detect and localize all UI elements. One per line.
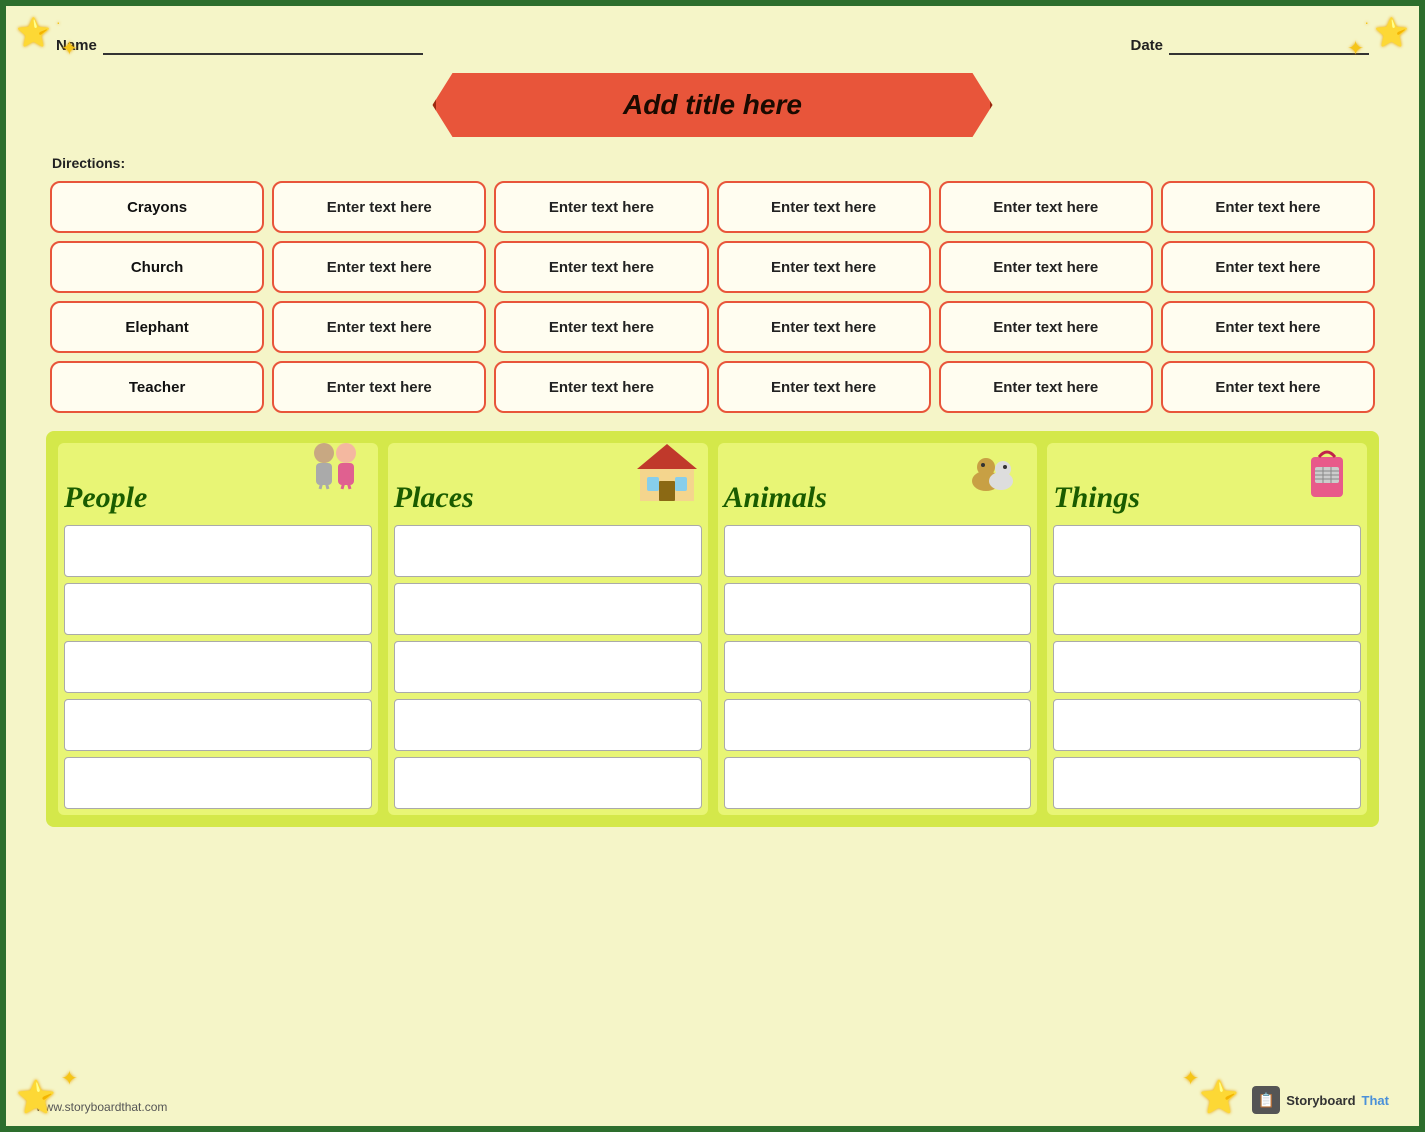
category-input-things-2[interactable] <box>1053 641 1361 693</box>
grid-cell-r2-c2[interactable]: Enter text here <box>494 301 708 353</box>
name-field: Name <box>56 36 423 55</box>
date-label: Date <box>1130 37 1163 54</box>
category-header-animals: Animals <box>724 449 1032 519</box>
category-header-things: Things <box>1053 449 1361 519</box>
category-input-people-1[interactable] <box>64 583 372 635</box>
grid-cell-r1-c5[interactable]: Enter text here <box>1161 241 1375 293</box>
star-decoration-tl3: · <box>56 14 61 30</box>
grid-cell-r3-c4[interactable]: Enter text here <box>939 361 1153 413</box>
category-input-places-4[interactable] <box>394 757 702 809</box>
banner-title: Add title here <box>623 89 802 120</box>
date-line <box>1169 36 1369 55</box>
grid-cell-r0-c1[interactable]: Enter text here <box>272 181 486 233</box>
directions-label: Directions: <box>46 155 1379 171</box>
category-input-people-2[interactable] <box>64 641 372 693</box>
logo-icon: 📋 <box>1252 1086 1280 1114</box>
category-input-places-3[interactable] <box>394 699 702 751</box>
category-col-people: People <box>58 443 378 815</box>
category-title-things: Things <box>1053 481 1140 515</box>
grid-cell-r3-c3[interactable]: Enter text here <box>717 361 931 413</box>
word-grid: CrayonsEnter text hereEnter text hereEnt… <box>46 181 1379 413</box>
category-input-people-4[interactable] <box>64 757 372 809</box>
category-col-places: Places <box>388 443 708 815</box>
star-decoration-tr3: · <box>1364 14 1369 30</box>
grid-cell-r1-c4[interactable]: Enter text here <box>939 241 1153 293</box>
grid-cell-r3-c2[interactable]: Enter text here <box>494 361 708 413</box>
category-input-things-0[interactable] <box>1053 525 1361 577</box>
category-input-animals-0[interactable] <box>724 525 1032 577</box>
grid-word-r1: Church <box>50 241 264 293</box>
category-title-places: Places <box>394 481 474 515</box>
category-col-animals: Animals <box>718 443 1038 815</box>
grid-cell-r3-c1[interactable]: Enter text here <box>272 361 486 413</box>
categories-section: People Places Animals Things <box>46 431 1379 827</box>
footer-logo: 📋 Storyboard That <box>1252 1086 1389 1114</box>
category-title-animals: Animals <box>724 481 827 515</box>
category-input-animals-3[interactable] <box>724 699 1032 751</box>
grid-word-r0: Crayons <box>50 181 264 233</box>
grid-cell-r0-c5[interactable]: Enter text here <box>1161 181 1375 233</box>
grid-cell-r0-c3[interactable]: Enter text here <box>717 181 931 233</box>
category-input-places-0[interactable] <box>394 525 702 577</box>
star-decoration-bl1: ⭐ <box>16 1078 56 1116</box>
category-col-things: Things <box>1047 443 1367 815</box>
worksheet-page: ⭐ ✦ · ⭐ ✦ · ⭐ ✦ ⭐ ✦ Name Date Add title … <box>0 0 1425 1132</box>
grid-cell-r2-c3[interactable]: Enter text here <box>717 301 931 353</box>
category-input-animals-1[interactable] <box>724 583 1032 635</box>
star-decoration-tr1: ⭐ <box>1374 16 1409 49</box>
category-title-people: People <box>64 481 147 515</box>
banner-container: Add title here <box>46 73 1379 137</box>
grid-cell-r3-c5[interactable]: Enter text here <box>1161 361 1375 413</box>
category-input-animals-4[interactable] <box>724 757 1032 809</box>
grid-cell-r2-c5[interactable]: Enter text here <box>1161 301 1375 353</box>
star-decoration-tr2: ✦ <box>1347 36 1364 61</box>
category-header-people: People <box>64 449 372 519</box>
grid-cell-r1-c2[interactable]: Enter text here <box>494 241 708 293</box>
name-line <box>103 36 423 55</box>
grid-cell-r0-c4[interactable]: Enter text here <box>939 181 1153 233</box>
grid-cell-r1-c3[interactable]: Enter text here <box>717 241 931 293</box>
logo-text-story: Storyboard <box>1286 1093 1355 1108</box>
logo-text-that: That <box>1362 1093 1389 1108</box>
title-banner[interactable]: Add title here <box>433 73 993 137</box>
category-input-things-4[interactable] <box>1053 757 1361 809</box>
category-input-things-3[interactable] <box>1053 699 1361 751</box>
grid-word-r2: Elephant <box>50 301 264 353</box>
grid-cell-r0-c2[interactable]: Enter text here <box>494 181 708 233</box>
category-input-things-1[interactable] <box>1053 583 1361 635</box>
star-decoration-br2: ✦ <box>1182 1066 1199 1091</box>
header-row: Name Date <box>46 36 1379 55</box>
grid-cell-r2-c4[interactable]: Enter text here <box>939 301 1153 353</box>
category-input-animals-2[interactable] <box>724 641 1032 693</box>
star-decoration-tl2: ✦ <box>61 36 78 61</box>
date-field: Date <box>1130 36 1369 55</box>
star-decoration-bl2: ✦ <box>61 1066 78 1091</box>
grid-word-r3: Teacher <box>50 361 264 413</box>
grid-cell-r2-c1[interactable]: Enter text here <box>272 301 486 353</box>
grid-cell-r1-c1[interactable]: Enter text here <box>272 241 486 293</box>
category-input-places-1[interactable] <box>394 583 702 635</box>
category-header-places: Places <box>394 449 702 519</box>
star-decoration-br1: ⭐ <box>1199 1078 1239 1116</box>
star-decoration-tl1: ⭐ <box>16 16 51 49</box>
category-input-people-3[interactable] <box>64 699 372 751</box>
category-input-places-2[interactable] <box>394 641 702 693</box>
category-input-people-0[interactable] <box>64 525 372 577</box>
